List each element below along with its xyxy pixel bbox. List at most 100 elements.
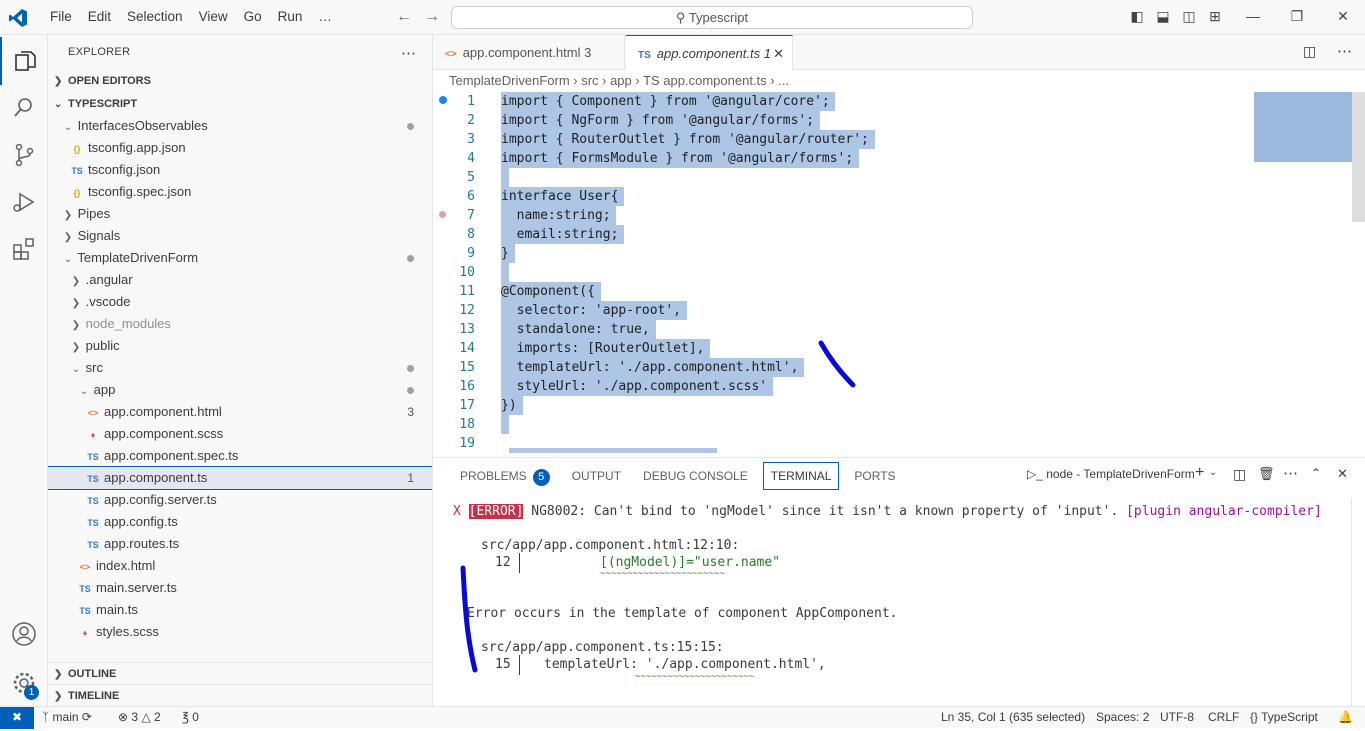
tab-debug-console[interactable]: DEBUG CONSOLE — [636, 458, 755, 494]
project-section[interactable]: ⌄ TYPESCRIPT — [48, 93, 432, 115]
menu-item[interactable]: … — [310, 9, 340, 24]
customize-layout-icon[interactable]: ⊞ — [1206, 8, 1224, 26]
outline-section[interactable]: ❯ OUTLINE — [48, 662, 432, 684]
terminal-scrollbar[interactable] — [1351, 498, 1365, 707]
split-editor-icon[interactable]: ◫ — [1303, 43, 1316, 60]
tree-item[interactable]: ❯ Pipes — [48, 203, 432, 225]
accounts-icon[interactable] — [0, 610, 48, 658]
more-actions-icon[interactable]: ⋯ — [1337, 42, 1352, 60]
forward-arrow-icon[interactable]: → — [424, 8, 440, 26]
source-control-icon[interactable] — [0, 131, 48, 179]
open-editors-section[interactable]: ❯ OPEN EDITORS — [48, 70, 432, 92]
ts-file-icon: TS — [71, 166, 83, 176]
breadcrumb[interactable]: TemplateDrivenForm › src › app › TS app.… — [433, 70, 1365, 92]
indentation[interactable]: Spaces: 2 — [1096, 707, 1149, 728]
split-terminal-icon[interactable]: ◫ — [1233, 466, 1246, 483]
tree-item[interactable]: ♦ app.component.scss — [48, 423, 432, 445]
chevron-right-icon: ❯ — [71, 342, 81, 353]
tree-item[interactable]: TS main.server.ts — [48, 577, 432, 599]
tab-label: TERMINAL — [770, 469, 832, 483]
tree-item[interactable]: TS app.config.ts — [48, 511, 432, 533]
problems-indicator[interactable]: ⊗ 3 △ 2 — [118, 707, 161, 728]
manage-gear-icon[interactable]: 1 — [0, 659, 48, 707]
tab-problems[interactable]: PROBLEMS 5 — [453, 458, 557, 494]
tree-item[interactable]: TS tsconfig.json — [48, 159, 432, 181]
branch-indicator[interactable]: ᛉ main ⟳ — [42, 707, 92, 728]
tree-item[interactable]: ⌄ TemplateDrivenForm — [48, 247, 432, 269]
close-tab-icon[interactable]: ✕ — [773, 36, 784, 71]
tree-item[interactable]: ❯ .angular — [48, 269, 432, 291]
timeline-section[interactable]: ❯ TIMELINE — [48, 684, 432, 706]
language-mode[interactable]: {} TypeScript — [1250, 707, 1318, 728]
menu-item[interactable]: Selection — [119, 9, 191, 24]
run-debug-icon[interactable] — [0, 178, 48, 226]
maximize-panel-icon[interactable]: ⌃ — [1311, 466, 1321, 480]
minimap[interactable] — [1254, 92, 1352, 162]
close-window-icon[interactable]: ✕ — [1334, 8, 1352, 26]
tree-item[interactable]: ❯ node_modules — [48, 313, 432, 335]
remote-icon[interactable]: ✖ — [0, 707, 34, 729]
tree-item[interactable]: <> app.component.html 3 — [48, 401, 432, 423]
menu-item[interactable]: Run — [270, 9, 311, 24]
minimize-icon[interactable]: — — [1244, 8, 1262, 26]
menu-item[interactable]: Edit — [80, 9, 119, 24]
tree-item[interactable]: TS app.routes.ts — [48, 533, 432, 555]
restore-icon[interactable]: ❐ — [1288, 8, 1306, 26]
tree-item[interactable]: TS main.ts — [48, 599, 432, 621]
tree-item[interactable]: TS app.component.ts 1 — [48, 466, 432, 490]
breakpoint-icon[interactable] — [439, 211, 446, 218]
code-line: styleUrl: './app.component.scss' — [501, 379, 768, 394]
toggle-secondary-sidebar-icon[interactable]: ◫ — [1180, 8, 1198, 26]
tree-item-label: app.component.ts — [104, 470, 208, 485]
chevron-down-icon[interactable]: ⌄ — [1209, 467, 1217, 478]
line-ending[interactable]: CRLF — [1208, 707, 1239, 728]
back-arrow-icon[interactable]: ← — [396, 8, 412, 26]
menu-item[interactable]: View — [191, 9, 236, 24]
code-editor[interactable]: 1 import { Component } from '@angular/cor… — [433, 92, 1365, 457]
project-label: TYPESCRIPT — [68, 98, 138, 110]
tab-output[interactable]: OUTPUT — [565, 458, 628, 494]
command-center[interactable]: ⚲ Typescript — [451, 6, 973, 29]
search-icon[interactable] — [0, 84, 48, 132]
tab-ports[interactable]: PORTS — [847, 458, 902, 494]
tab-terminal[interactable]: TERMINAL — [762, 462, 840, 490]
toggle-sidebar-icon[interactable]: ◧ — [1128, 8, 1146, 26]
explorer-icon[interactable] — [0, 37, 48, 85]
notifications-icon[interactable]: 🔔 — [1338, 707, 1353, 728]
error-icon: ⊗ — [118, 710, 129, 724]
tree-item[interactable]: ❯ Signals — [48, 225, 432, 247]
tree-item[interactable]: ⌄ app — [48, 379, 432, 401]
editor-scrollbar[interactable] — [1352, 92, 1365, 222]
tree-item[interactable]: ❯ public — [48, 335, 432, 357]
menu-item[interactable]: File — [42, 9, 80, 24]
more-actions-icon[interactable]: ⋯ — [1283, 464, 1298, 482]
ports-indicator[interactable]: ℥ 0 — [182, 707, 199, 728]
more-actions-icon[interactable]: ⋯ — [401, 44, 416, 62]
tree-item[interactable]: ❯ .vscode — [48, 291, 432, 313]
terminal-selector[interactable]: ▷_ node - TemplateDrivenForm — [1027, 467, 1195, 481]
tab-label: PORTS — [854, 469, 896, 483]
encoding[interactable]: UTF-8 — [1160, 707, 1194, 728]
extensions-icon[interactable] — [0, 225, 48, 273]
tree-item[interactable]: {} tsconfig.app.json — [48, 137, 432, 159]
tree-item[interactable]: {} tsconfig.spec.json — [48, 181, 432, 203]
cursor-position[interactable]: Ln 35, Col 1 (635 selected) — [941, 707, 1085, 728]
new-terminal-icon[interactable]: + — [1195, 464, 1204, 482]
tree-item[interactable]: ⌄ InterfacesObservables — [48, 115, 432, 137]
error-count: 3 — [131, 710, 139, 724]
chevron-down-icon: ⌄ — [79, 386, 89, 397]
tree-item[interactable]: ⌄ src — [48, 357, 432, 379]
tab-app-component-html[interactable]: <> app.component.html 3 — [433, 35, 625, 70]
tree-item[interactable]: TS app.component.spec.ts — [48, 445, 432, 467]
line-number: 3 — [467, 132, 475, 147]
settings-badge: 1 — [24, 685, 39, 700]
close-panel-icon[interactable]: ✕ — [1337, 466, 1348, 482]
menu-item[interactable]: Go — [236, 9, 270, 24]
tree-item[interactable]: ♦ styles.scss — [48, 621, 432, 643]
tab-app-component-ts[interactable]: TS app.component.ts 1 ✕ — [626, 35, 793, 71]
tree-item[interactable]: TS app.config.server.ts — [48, 489, 432, 511]
tree-item[interactable]: <> index.html — [48, 555, 432, 577]
toggle-panel-icon[interactable]: ⬓ — [1154, 8, 1172, 26]
selection-highlight — [501, 168, 509, 187]
trash-icon[interactable]: 🗑 — [1258, 466, 1275, 482]
